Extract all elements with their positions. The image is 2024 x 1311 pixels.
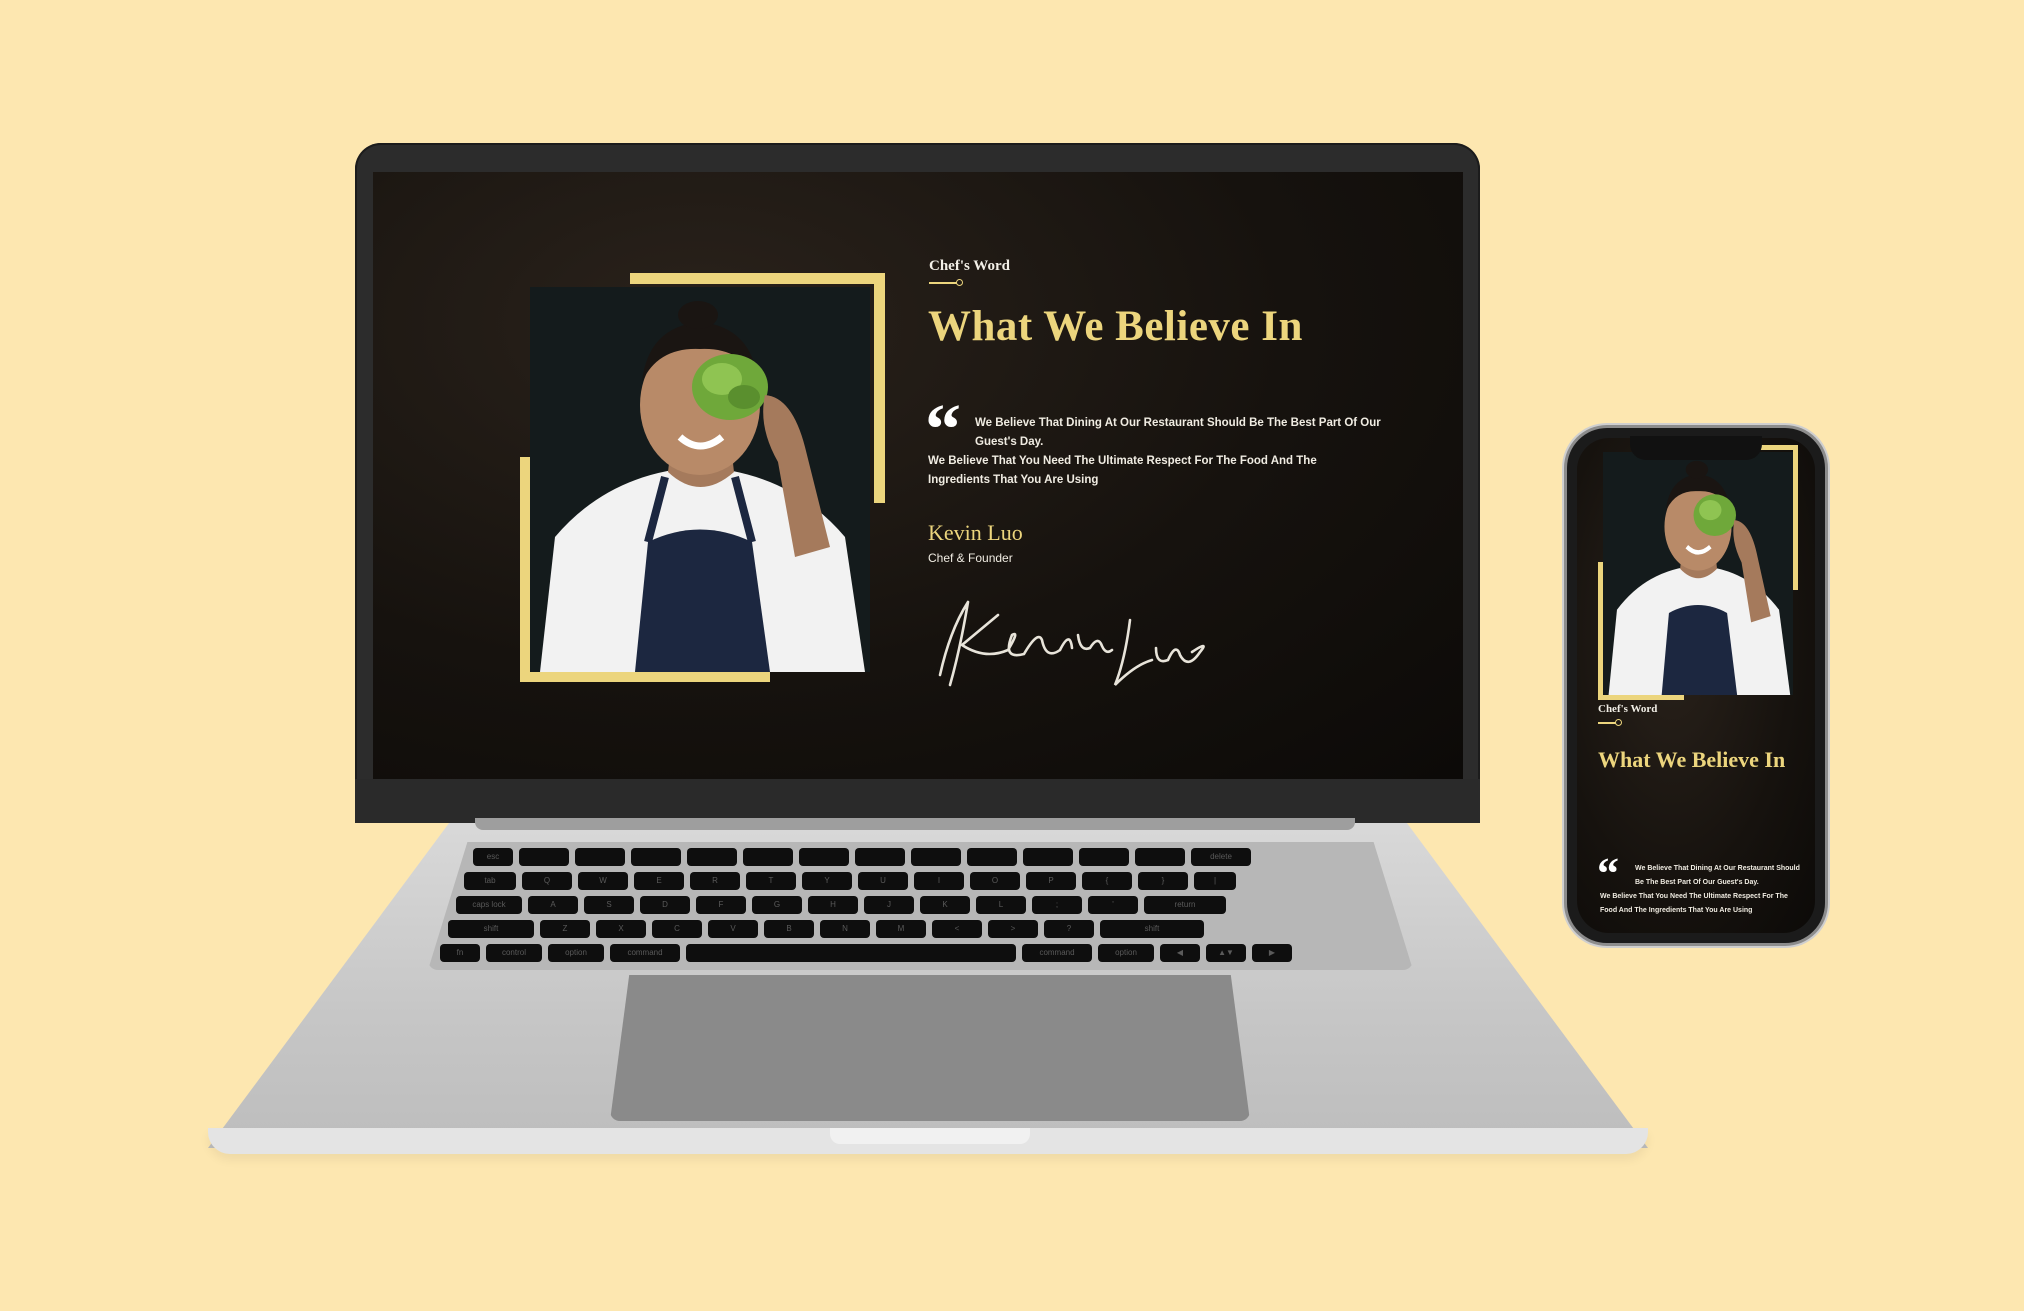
keyboard-key[interactable]: X <box>596 920 646 938</box>
phone-page-title: What We Believe In <box>1598 747 1786 772</box>
keyboard-key[interactable]: } <box>1138 872 1188 890</box>
phone-notch <box>1630 436 1762 460</box>
keyboard-key[interactable] <box>1079 848 1129 866</box>
keyboard-key[interactable]: Q <box>522 872 572 890</box>
keyboard-key[interactable]: R <box>690 872 740 890</box>
keyboard-key[interactable]: I <box>914 872 964 890</box>
keyboard-row-4: shift Z X C V B N M < >? shift <box>448 920 1204 938</box>
page-title: What We Believe In <box>928 303 1303 350</box>
keyboard-key[interactable]: D <box>640 896 690 914</box>
keyboard-key[interactable]: delete <box>1191 848 1251 866</box>
keyboard-key[interactable]: shift <box>448 920 534 938</box>
phone-spoon-divider-icon <box>1598 719 1622 726</box>
keyboard-key[interactable]: L <box>976 896 1026 914</box>
keyboard-key[interactable]: return <box>1144 896 1226 914</box>
laptop-opening-notch <box>830 1128 1030 1144</box>
keyboard-row-3: caps lock A S D F G H J K L; ' return <box>456 896 1226 914</box>
keyboard-key[interactable]: C <box>652 920 702 938</box>
keyboard-key[interactable]: Y <box>802 872 852 890</box>
quote-text-1: We Believe That Dining At Our Restaurant… <box>975 417 1381 448</box>
keyboard-key[interactable]: B <box>764 920 814 938</box>
keyboard-key[interactable] <box>911 848 961 866</box>
keyboard-key[interactable] <box>967 848 1017 866</box>
keyboard-key[interactable]: M <box>876 920 926 938</box>
laptop-trackpad[interactable] <box>610 975 1250 1121</box>
phone-eyebrow-label: Chef's Word <box>1598 703 1658 715</box>
keyboard-key[interactable]: V <box>708 920 758 938</box>
quote-text-2: We Believe That You Need The Ultimate Re… <box>928 455 1317 486</box>
keyboard-key[interactable]: A <box>528 896 578 914</box>
keyboard-key[interactable]: tab <box>464 872 516 890</box>
laptop-keyboard: esc delete tab Q W E R T Y U I O P {} | caps lock A S D F… <box>428 842 1413 970</box>
keyboard-key[interactable]: option <box>1098 944 1154 962</box>
keyboard-key[interactable]: E <box>634 872 684 890</box>
chef-portrait-image <box>530 287 870 672</box>
keyboard-key[interactable]: G <box>752 896 802 914</box>
spoon-divider-icon <box>929 279 963 286</box>
keyboard-row-5: fn control option command command option ◀ ▲▼ ▶ <box>440 944 1292 962</box>
keyboard-key[interactable]: caps lock <box>456 896 522 914</box>
keyboard-key[interactable]: shift <box>1100 920 1204 938</box>
keyboard-key[interactable] <box>686 944 1016 962</box>
chef-photo <box>530 287 870 672</box>
keyboard-key[interactable] <box>1135 848 1185 866</box>
keyboard-key[interactable]: command <box>610 944 680 962</box>
keyboard-key[interactable] <box>631 848 681 866</box>
keyboard-key[interactable]: S <box>584 896 634 914</box>
keyboard-key[interactable]: N <box>820 920 870 938</box>
keyboard-key[interactable]: ▶ <box>1252 944 1292 962</box>
keyboard-key[interactable] <box>743 848 793 866</box>
laptop-bezel-bottom <box>355 779 1480 823</box>
keyboard-key[interactable] <box>1023 848 1073 866</box>
keyboard-key[interactable]: T <box>746 872 796 890</box>
keyboard-key[interactable]: { <box>1082 872 1132 890</box>
phone-quote-text-1: We Believe That Dining At Our Restaurant… <box>1635 865 1800 886</box>
phone-chef-photo <box>1603 452 1793 695</box>
keyboard-row-2: tab Q W E R T Y U I O P {} | <box>464 872 1236 890</box>
keyboard-key[interactable] <box>575 848 625 866</box>
keyboard-key[interactable]: > <box>988 920 1038 938</box>
keyboard-key[interactable] <box>799 848 849 866</box>
keyboard-key[interactable]: W <box>578 872 628 890</box>
keyboard-key[interactable]: K <box>920 896 970 914</box>
author-role: Chef & Founder <box>928 551 1013 565</box>
keyboard-key[interactable]: P <box>1026 872 1076 890</box>
keyboard-key[interactable]: esc <box>473 848 513 866</box>
signature-image <box>938 600 1205 687</box>
keyboard-key[interactable]: Z <box>540 920 590 938</box>
keyboard-key[interactable] <box>519 848 569 866</box>
keyboard-key[interactable]: F <box>696 896 746 914</box>
keyboard-key[interactable]: U <box>858 872 908 890</box>
keyboard-key[interactable] <box>687 848 737 866</box>
keyboard-row-1: esc delete <box>473 848 1251 866</box>
keyboard-key[interactable] <box>855 848 905 866</box>
keyboard-key[interactable]: H <box>808 896 858 914</box>
keyboard-key[interactable]: ; <box>1032 896 1082 914</box>
keyboard-key[interactable]: control <box>486 944 542 962</box>
keyboard-key[interactable]: option <box>548 944 604 962</box>
keyboard-key[interactable]: ? <box>1044 920 1094 938</box>
keyboard-key[interactable]: ◀ <box>1160 944 1200 962</box>
author-name: Kevin Luo <box>928 520 1023 545</box>
keyboard-key[interactable]: command <box>1022 944 1092 962</box>
keyboard-key[interactable]: | <box>1194 872 1236 890</box>
eyebrow-label: Chef's Word <box>929 258 1010 274</box>
phone-quote-text-2: We Believe That You Need The Ultimate Re… <box>1600 893 1788 914</box>
keyboard-key[interactable]: O <box>970 872 1020 890</box>
keyboard-key[interactable]: < <box>932 920 982 938</box>
phone-chef-portrait-image <box>1603 452 1793 695</box>
keyboard-key[interactable]: ' <box>1088 896 1138 914</box>
keyboard-key[interactable]: J <box>864 896 914 914</box>
laptop-hinge <box>475 818 1355 830</box>
keyboard-key[interactable]: fn <box>440 944 480 962</box>
keyboard-key[interactable]: ▲▼ <box>1206 944 1246 962</box>
